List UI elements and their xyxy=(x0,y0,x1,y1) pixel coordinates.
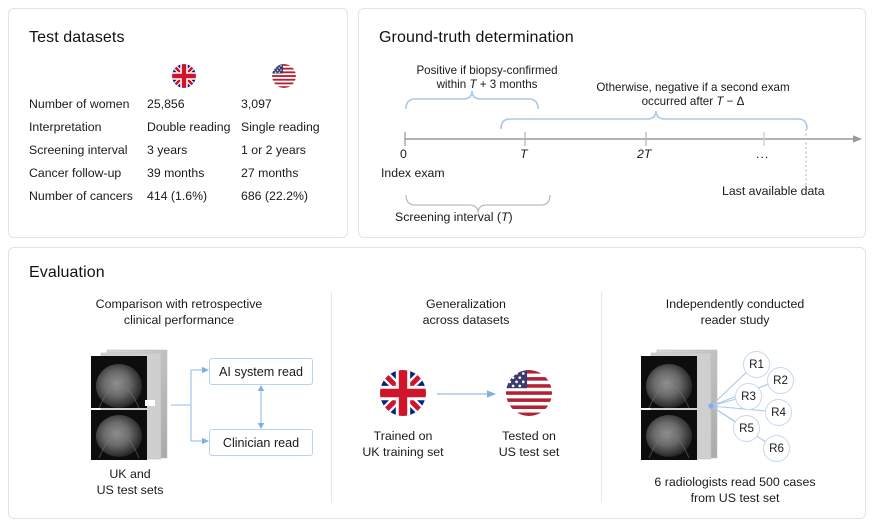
reader-study-caption-line2: from US test set xyxy=(611,490,859,506)
tested-on-caption-line1: Tested on xyxy=(471,428,587,444)
generalization-heading-line1: Generalization xyxy=(341,296,591,312)
table-row: Number of women 25,856 3,097 xyxy=(29,97,341,120)
trained-on-caption-line1: Trained on xyxy=(343,428,463,444)
clinician-read-label: Clinician read xyxy=(223,436,299,450)
reader-circle-r3: R3 xyxy=(735,383,762,410)
ai-system-read-label: AI system read xyxy=(219,365,303,379)
uk-flag-icon xyxy=(380,370,426,416)
negative-brace xyxy=(501,111,807,129)
row-label: Screening interval xyxy=(29,143,147,157)
clinician-read-box[interactable]: Clinician read xyxy=(209,429,313,456)
us-flag-icon xyxy=(272,64,296,88)
section-divider-2 xyxy=(601,292,602,502)
reader-circle-r4: R4 xyxy=(765,399,792,426)
table-row: Number of cancers 414 (1.6%) 686 (22.2%) xyxy=(29,189,341,212)
axis-arrow-head xyxy=(853,135,862,143)
ground-truth-timeline: Positive if biopsy-confirmed within T + … xyxy=(359,9,867,239)
comparison-caption-line1: UK and xyxy=(70,466,190,482)
row-us-value: Single reading xyxy=(241,120,341,134)
reader-label: R2 xyxy=(773,374,788,387)
reader-study-caption-line1: 6 radiologists read 500 cases xyxy=(611,474,859,490)
comparison-caption-line2: US test sets xyxy=(70,482,190,498)
row-uk-value: 39 months xyxy=(147,166,241,180)
table-row: Interpretation Double reading Single rea… xyxy=(29,120,341,143)
reader-circle-r2: R2 xyxy=(767,367,794,394)
tick-label-T: T xyxy=(520,147,528,161)
comparison-heading-line2: clinical performance xyxy=(29,312,329,328)
generalization-arrow-icon xyxy=(437,386,499,402)
tick-label-0: 0 xyxy=(400,147,407,161)
row-us-value: 1 or 2 years xyxy=(241,143,341,157)
generalization-heading-line2: across datasets xyxy=(341,312,591,328)
ai-system-read-box[interactable]: AI system read xyxy=(209,358,313,385)
reader-study-heading-line1: Independently conducted xyxy=(611,296,859,312)
evaluation-title: Evaluation xyxy=(29,264,105,282)
positive-brace xyxy=(406,91,538,109)
last-available-data-label: Last available data xyxy=(722,184,825,198)
row-label: Number of women xyxy=(29,97,147,111)
row-label: Number of cancers xyxy=(29,189,147,203)
table-row: Cancer follow-up 39 months 27 months xyxy=(29,166,341,189)
reader-label: R5 xyxy=(739,422,754,435)
tick-label-2T: 2T xyxy=(637,147,651,161)
bidirectional-arrow-icon xyxy=(255,385,269,429)
row-uk-value: Double reading xyxy=(147,120,241,134)
table-row: Screening interval 3 years 1 or 2 years xyxy=(29,143,341,166)
row-label: Interpretation xyxy=(29,120,147,134)
reader-label: R4 xyxy=(771,406,786,419)
row-us-value: 3,097 xyxy=(241,97,341,111)
row-uk-value: 3 years xyxy=(147,143,241,157)
screening-interval-label: Screening interval (T) xyxy=(395,210,513,224)
datasets-table: Number of women 25,856 3,097 Interpretat… xyxy=(29,97,341,212)
uk-flag-icon xyxy=(172,64,196,88)
row-us-value: 27 months xyxy=(241,166,341,180)
reader-study-heading-line2: reader study xyxy=(611,312,859,328)
reader-label: R1 xyxy=(749,358,764,371)
reader-circle-r5: R5 xyxy=(733,415,760,442)
reader-circle-r1: R1 xyxy=(743,351,770,378)
index-exam-label: Index exam xyxy=(381,166,445,180)
test-datasets-title: Test datasets xyxy=(29,29,125,47)
tested-on-caption-line2: US test set xyxy=(471,444,587,460)
evaluation-card: Evaluation Comparison with retrospective… xyxy=(8,247,866,519)
reader-label: R3 xyxy=(741,390,756,403)
tick-label-ellipsis: ... xyxy=(756,147,769,161)
test-datasets-card: Test datasets xyxy=(8,8,348,238)
mammogram-stack-comparison xyxy=(87,348,173,468)
row-uk-value: 414 (1.6%) xyxy=(147,189,241,203)
section-divider-1 xyxy=(331,292,332,502)
row-label: Cancer follow-up xyxy=(29,166,147,180)
comparison-heading-line1: Comparison with retrospective xyxy=(29,296,329,312)
row-uk-value: 25,856 xyxy=(147,97,241,111)
ground-truth-card: Ground-truth determination Positive if b… xyxy=(358,8,866,238)
reader-label: R6 xyxy=(769,442,784,455)
timeline-graphic xyxy=(359,9,867,239)
us-flag-icon xyxy=(506,370,552,416)
reader-circle-r6: R6 xyxy=(763,435,790,462)
row-us-value: 686 (22.2%) xyxy=(241,189,341,203)
trained-on-caption-line2: UK training set xyxy=(343,444,463,460)
